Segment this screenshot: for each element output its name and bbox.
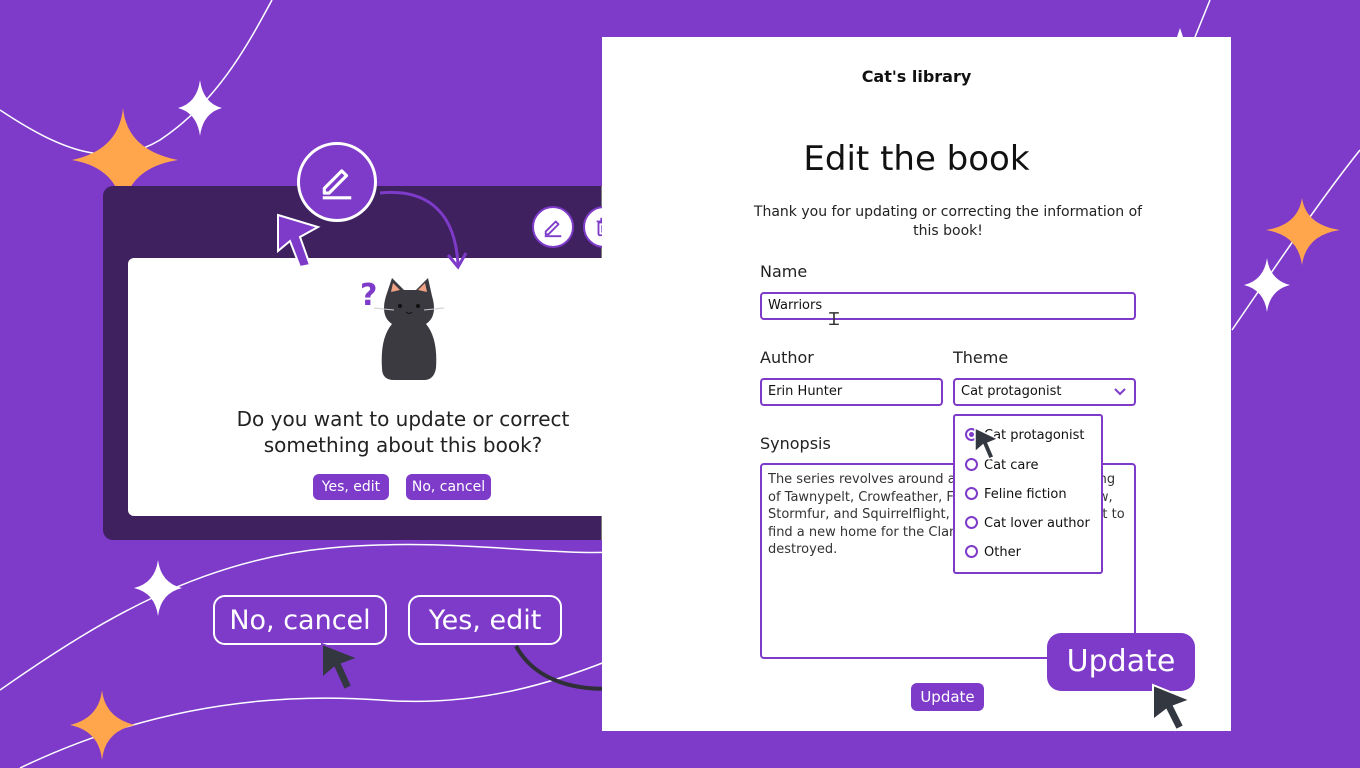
cursor-icon [974, 426, 1000, 460]
no-cancel-button[interactable]: No, cancel [406, 474, 491, 500]
cursor-icon [321, 642, 361, 692]
text-cursor-icon: Ɪ [829, 309, 840, 330]
callout-no-cancel[interactable]: No, cancel [213, 595, 387, 645]
update-button[interactable]: Update [911, 683, 984, 711]
synopsis-label: Synopsis [760, 434, 831, 453]
theme-label: Theme [953, 348, 1009, 367]
radio-icon [965, 516, 978, 529]
theme-option[interactable]: Other [965, 543, 1021, 563]
decor-line [0, 0, 273, 156]
sparkle-icon [1266, 198, 1340, 265]
theme-selected-value: Cat protagonist [961, 384, 1062, 399]
chevron-down-icon [1114, 388, 1126, 396]
page-heading: Edit the book [803, 139, 1030, 179]
cursor-icon [1152, 683, 1193, 732]
app-title: Cat's library [861, 67, 972, 86]
name-label: Name [760, 262, 808, 281]
sparkle-icon [1244, 258, 1290, 312]
edit-book-button[interactable] [532, 206, 574, 248]
radio-icon [965, 545, 978, 558]
sparkle-icon [134, 560, 182, 616]
decor-line [1194, 0, 1211, 38]
theme-select[interactable]: Cat protagonist [953, 378, 1136, 406]
theme-option[interactable]: Cat lover author [965, 514, 1090, 534]
author-label: Author [760, 348, 814, 367]
theme-option[interactable]: Feline fiction [965, 485, 1067, 505]
intro-text: Thank you for updating or correcting the… [753, 204, 1143, 239]
edit-book-form-panel: Cat's library Edit the book Thank you fo… [602, 37, 1231, 731]
sparkle-icon [1177, 28, 1183, 37]
callout-yes-edit[interactable]: Yes, edit [408, 595, 562, 645]
confirm-edit-modal: ? Do you want to update or correct somet… [128, 258, 678, 516]
yes-edit-button[interactable]: Yes, edit [313, 474, 389, 500]
pencil-icon [544, 220, 562, 238]
cat-illustration-icon [374, 278, 444, 380]
sparkle-icon [70, 690, 135, 760]
name-field[interactable]: Warriors [760, 292, 1136, 320]
author-field[interactable]: Erin Hunter [760, 378, 943, 406]
radio-icon [965, 487, 978, 500]
flow-arrow-icon [277, 190, 468, 270]
modal-question: Do you want to update or correct somethi… [236, 407, 570, 457]
